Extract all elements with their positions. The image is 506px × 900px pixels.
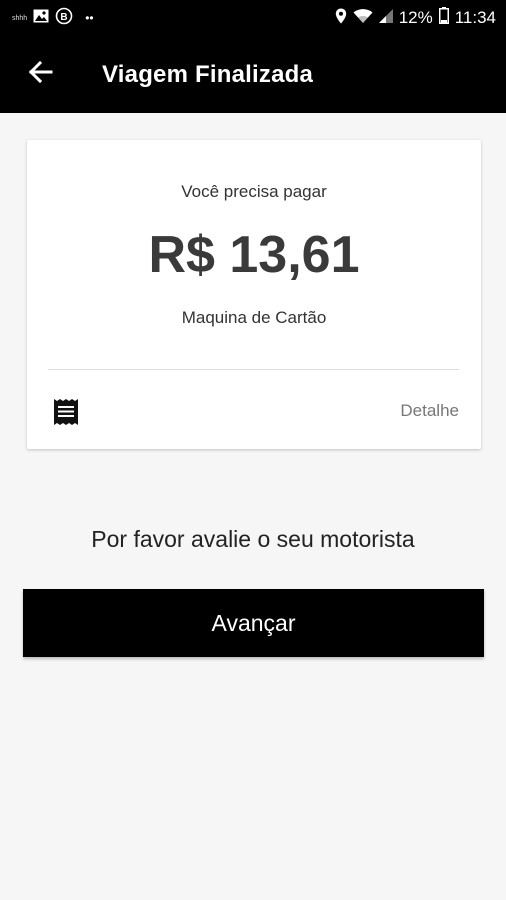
svg-text:B: B [61,12,68,23]
detail-link[interactable]: Detalhe [400,401,459,421]
receipt-icon[interactable] [53,398,79,426]
status-bar-left: shhh B •• [12,7,94,30]
image-icon [33,8,49,28]
back-button[interactable] [20,55,60,95]
payment-amount: R$ 13,61 [148,226,360,284]
battery-percent: 12% [398,8,433,27]
page-title: Viagem Finalizada [102,60,314,88]
battery-icon [438,7,449,29]
card-divider [48,369,459,370]
payment-card: Você precisa pagar R$ 13,61 Maquina de C… [27,140,481,449]
app-bar: Viagem Finalizada [0,36,506,113]
status-bar: shhh B •• 12% 11:34 [0,0,506,36]
location-icon [335,8,347,29]
arrow-left-icon [27,60,53,89]
status-notification-text: shhh [12,14,28,22]
payment-label: Você precisa pagar [181,182,327,201]
wifi-icon [353,8,373,29]
rate-driver-prompt: Por favor avalie o seu motorista [91,526,415,552]
next-button[interactable]: Avançar [23,589,484,657]
more-notifications-dots: •• [85,11,94,25]
b-badge-icon: B [55,7,73,30]
status-bar-right: 12% 11:34 [335,7,496,29]
clock: 11:34 [454,8,496,27]
payment-method: Maquina de Cartão [181,308,327,327]
signal-icon [378,8,393,28]
